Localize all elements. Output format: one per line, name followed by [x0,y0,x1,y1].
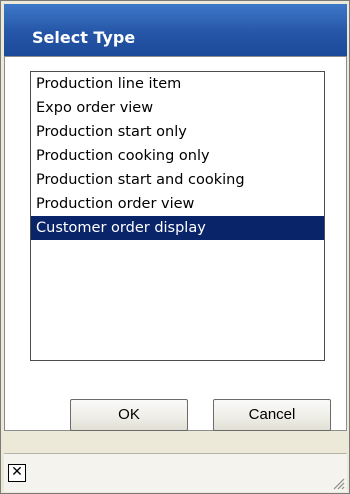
status-bar: ✕ [4,453,347,492]
resize-grip-icon[interactable] [331,476,345,490]
type-listbox[interactable]: Production line item Expo order view Pro… [30,71,325,361]
list-item-production-order-view[interactable]: Production order view [31,192,324,216]
list-item-production-line-item[interactable]: Production line item [31,72,324,96]
list-item-production-cooking-only[interactable]: Production cooking only [31,144,324,168]
select-type-dialog: Select Type Production line item Expo or… [0,0,350,494]
list-item-production-start-and-cooking[interactable]: Production start and cooking [31,168,324,192]
button-row: OK Cancel [4,379,347,451]
list-item-expo-order-view[interactable]: Expo order view [31,96,324,120]
list-item-customer-order-display[interactable]: Customer order display [31,216,324,240]
list-item-production-start-only[interactable]: Production start only [31,120,324,144]
cancel-button[interactable]: Cancel [213,399,331,431]
dialog-title: Select Type [32,28,136,47]
title-bar[interactable]: Select Type [4,4,347,56]
close-icon[interactable]: ✕ [8,464,26,482]
ok-button[interactable]: OK [70,399,188,431]
